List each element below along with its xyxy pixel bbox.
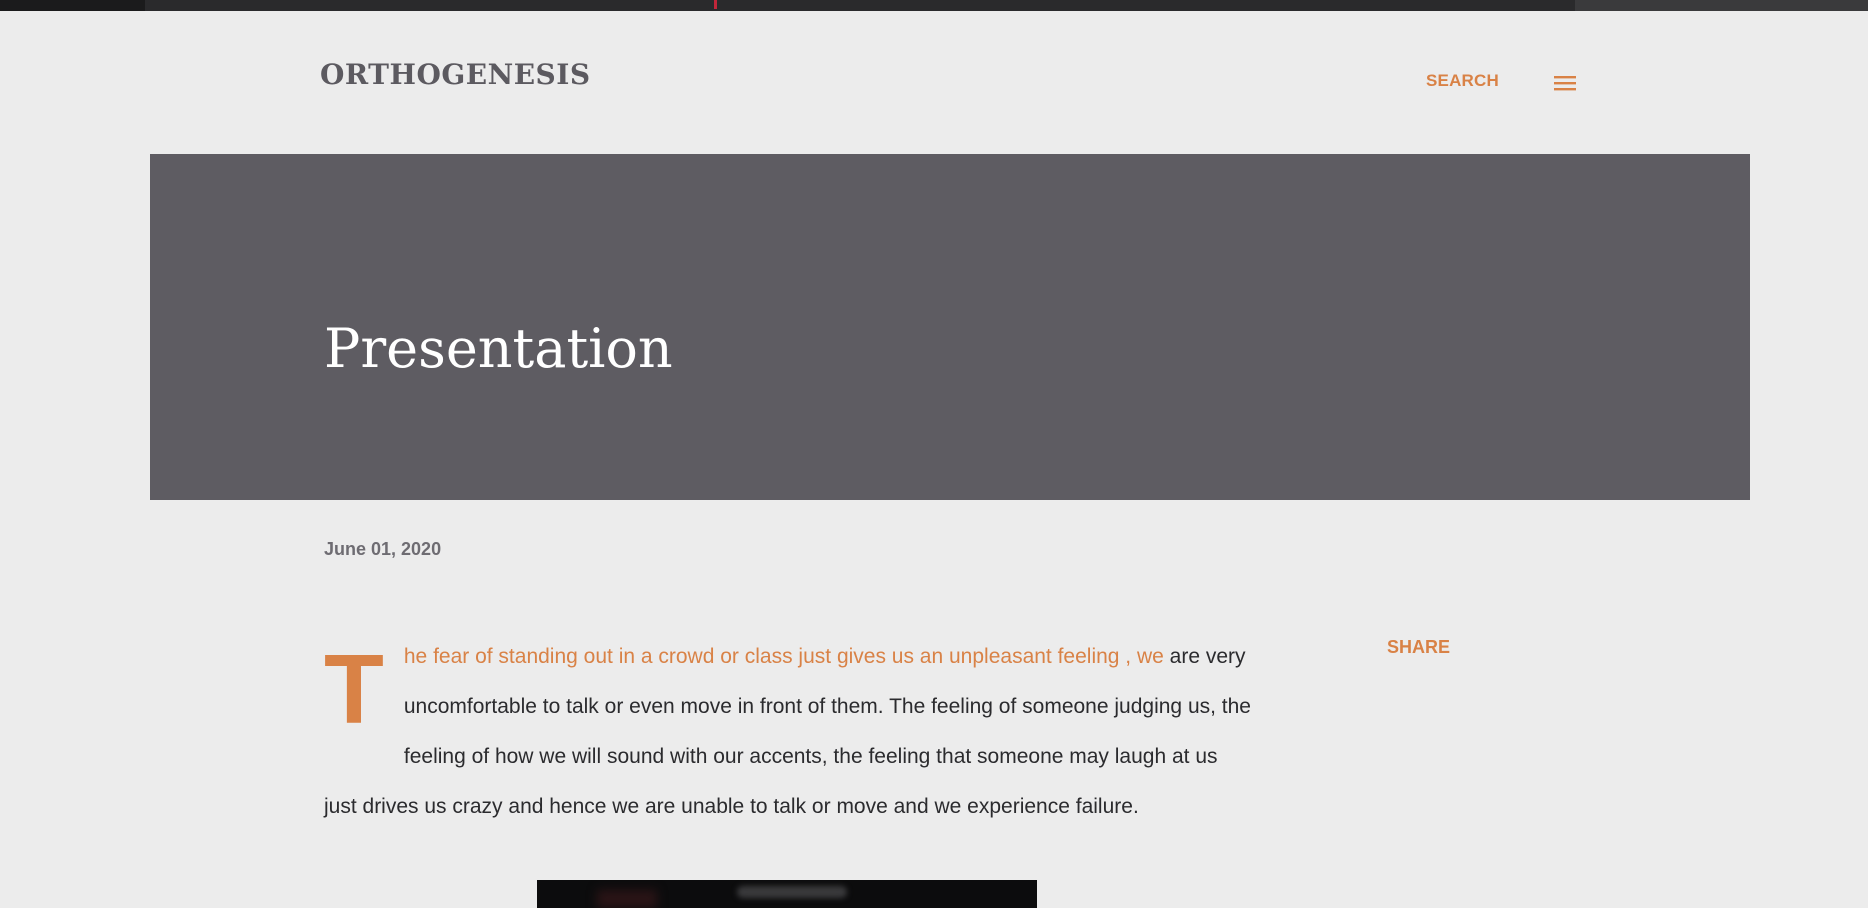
top-strip-segment	[145, 0, 1575, 11]
post-title: Presentation	[324, 317, 673, 380]
post-image-detail	[597, 890, 657, 908]
top-strip-segment	[1575, 0, 1868, 11]
post-body: T he fear of standing out in a crowd or …	[324, 632, 1254, 832]
post-body-text: are very uncomfortable to talk or even m…	[324, 645, 1251, 818]
drop-cap: T	[324, 634, 384, 744]
post-lead-text: he fear of standing out in a crowd or cl…	[403, 645, 1164, 668]
share-button[interactable]: SHARE	[1387, 637, 1450, 658]
top-image-strip	[0, 0, 1868, 11]
hamburger-menu-icon[interactable]	[1553, 74, 1577, 92]
post-image	[537, 880, 1037, 908]
post-image-detail	[737, 886, 847, 898]
search-button[interactable]: SEARCH	[1426, 71, 1499, 91]
post-date[interactable]: June 01, 2020	[324, 539, 441, 560]
site-title[interactable]: ORTHOGENESIS	[320, 61, 591, 89]
post-hero-banner: Presentation	[150, 154, 1750, 500]
site-header: ORTHOGENESIS SEARCH	[0, 11, 1868, 154]
top-strip-accent-line	[714, 0, 717, 9]
